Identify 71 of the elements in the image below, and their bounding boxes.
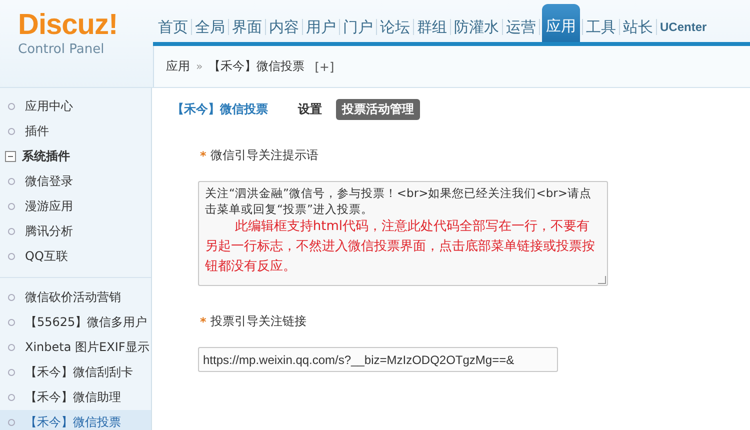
breadcrumb-link[interactable]: 应用 — [166, 58, 190, 75]
sub-tab[interactable]: 投票活动管理 — [336, 98, 420, 120]
bullet-icon — [8, 344, 15, 351]
field-label: 微信引导关注提示语 — [210, 147, 318, 164]
nav-tab[interactable]: 工具 — [583, 12, 619, 42]
group-label: 系统插件 — [22, 148, 70, 165]
item-label: 漫游应用 — [25, 198, 73, 215]
sidebar-item[interactable]: 应用中心 — [0, 94, 151, 119]
sidebar-item[interactable]: 【禾今】微信投票 — [0, 410, 151, 430]
field-label: 投票引导关注链接 — [210, 313, 306, 330]
nav-tab[interactable]: 群组 — [414, 12, 450, 42]
sidebar-group-header[interactable]: 系统插件 — [0, 144, 151, 169]
sidebar-item[interactable]: QQ互联 — [0, 244, 151, 269]
bullet-icon — [8, 228, 15, 235]
sidebar-item[interactable]: 腾讯分析 — [0, 219, 151, 244]
sidebar-item[interactable]: 【禾今】微信助理 — [0, 385, 151, 410]
item-label: Xinbeta 图片EXIF显示 — [25, 339, 150, 356]
item-label: 腾讯分析 — [25, 223, 73, 240]
bullet-icon — [8, 128, 15, 135]
breadcrumb-link[interactable]: 【禾今】微信投票 — [208, 58, 305, 75]
item-label: QQ互联 — [25, 248, 68, 265]
nav-tab[interactable]: 应用 — [542, 4, 580, 42]
nav-tab[interactable]: 门户 — [340, 12, 376, 42]
sidebar-item[interactable]: Xinbeta 图片EXIF显示 — [0, 335, 151, 360]
item-label: 应用中心 — [25, 98, 73, 115]
bullet-icon — [8, 319, 15, 326]
collapse-icon[interactable] — [5, 151, 16, 162]
nav-tab[interactable]: 论坛 — [377, 12, 413, 42]
bullet-icon — [8, 369, 15, 376]
field-value: 关注“泗洪金融”微信号，参与投票！<br>如果您已经关注我们<br>请点击菜单或回复“投票”进入投票。 — [205, 185, 593, 217]
logo-subtitle: Control Panel — [18, 42, 104, 57]
help-note: 此编辑框支持html代码，注意此处代码全部写在一行，不要有另起一行标志，不然进入微信投票界面，点击底部菜单链接或投票按钮都没有反应。 — [205, 218, 596, 276]
nav-tab[interactable]: 运营 — [503, 12, 539, 42]
item-label: 微信登录 — [25, 173, 73, 190]
sidebar-item[interactable]: 【55625】微信多用户 — [0, 310, 151, 335]
nav-tab[interactable]: UCenter — [657, 12, 710, 42]
bullet-icon — [8, 294, 15, 301]
nav-tab[interactable]: 首页 — [155, 12, 191, 42]
bullet-icon — [8, 178, 15, 185]
input-field[interactable]: https://mp.weixin.qq.com/s?__biz=MzIzODQ2OTgzMg==& — [198, 347, 558, 372]
logo-title: Discuz! — [18, 10, 118, 40]
resize-grip-icon[interactable] — [598, 276, 606, 284]
sidebar-item[interactable]: 插件 — [0, 119, 151, 144]
item-label: 插件 — [25, 123, 49, 140]
bullet-icon — [8, 103, 15, 110]
breadcrumb-separator: » — [196, 60, 203, 73]
sidebar-item[interactable]: 微信登录 — [0, 169, 151, 194]
nav-tab[interactable]: 界面 — [229, 12, 265, 42]
item-label: 【禾今】微信助理 — [25, 389, 121, 406]
bullet-icon — [8, 419, 15, 426]
item-label: 【55625】微信多用户 — [25, 314, 148, 331]
sidebar-item[interactable]: 漫游应用 — [0, 194, 151, 219]
nav-tab[interactable]: 全局 — [192, 12, 228, 42]
plugin-title: 【禾今】微信投票 — [172, 100, 268, 118]
required-mark: * — [200, 314, 206, 328]
add-link[interactable]: [+] — [314, 60, 334, 74]
bullet-icon — [8, 203, 15, 210]
nav-tab[interactable]: 防灌水 — [451, 12, 502, 42]
required-mark: * — [200, 148, 206, 162]
nav-tab[interactable]: 站长 — [620, 12, 656, 42]
sub-tab[interactable]: 设置 — [292, 98, 328, 120]
sidebar-item[interactable]: 【禾今】微信刮刮卡 — [0, 360, 151, 385]
textarea-field[interactable]: 关注“泗洪金融”微信号，参与投票！<br>如果您已经关注我们<br>请点击菜单或回复“投票”进入投票。 此编辑框支持html代码，注意此处代码全部写在一行，不要有另起一行标志，不然进入微信投票界面，点击底部菜单链接或投票按钮都没有反应。 — [198, 181, 608, 286]
sidebar-item[interactable]: 微信砍价活动营销 — [0, 285, 151, 310]
item-label: 微信砍价活动营销 — [25, 289, 121, 306]
bullet-icon — [8, 253, 15, 260]
item-label: 【禾今】微信投票 — [25, 414, 121, 430]
bullet-icon — [8, 394, 15, 401]
nav-tab[interactable]: 用户 — [303, 12, 339, 42]
nav-tab[interactable]: 内容 — [266, 12, 302, 42]
item-label: 【禾今】微信刮刮卡 — [25, 364, 133, 381]
